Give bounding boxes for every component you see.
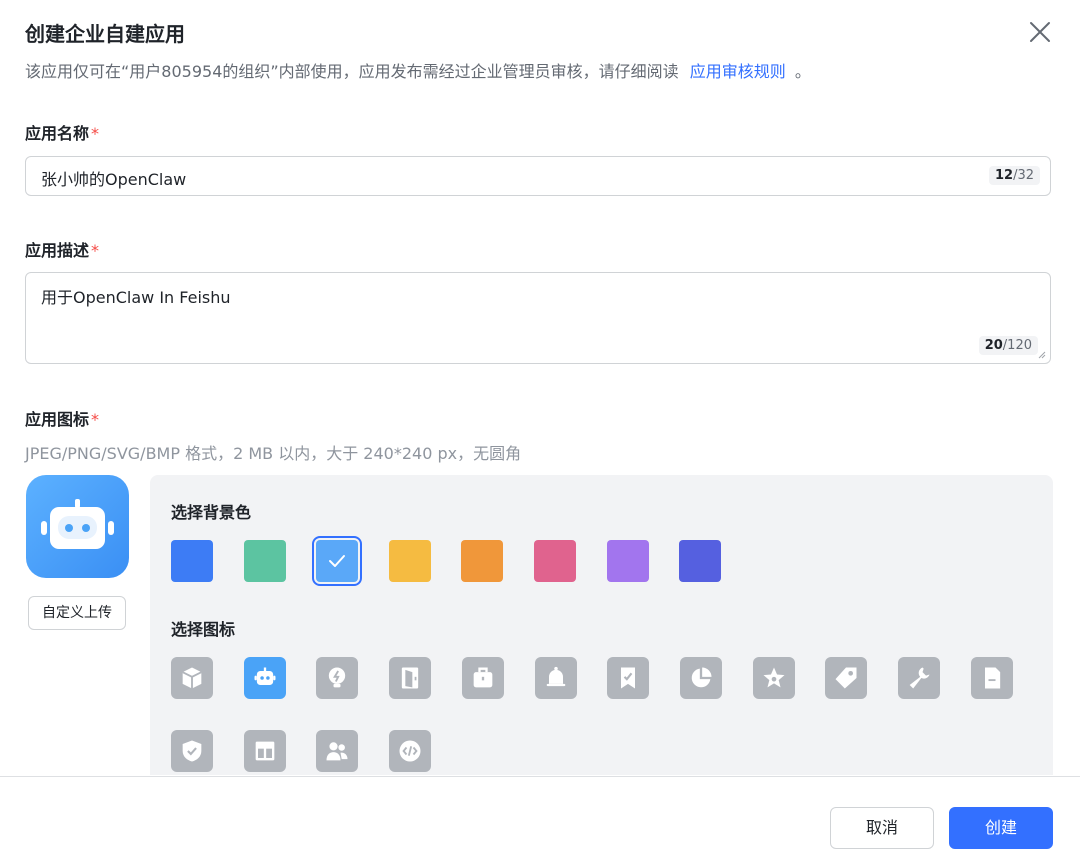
bg-color-swatch[interactable] — [606, 540, 649, 582]
required-mark: * — [91, 410, 100, 429]
icon-choice-document[interactable] — [970, 657, 1013, 699]
icon-label-text: 应用图标 — [25, 410, 90, 429]
icon-choice-layout[interactable] — [243, 730, 286, 772]
icon-choice-code[interactable] — [389, 730, 432, 772]
icon-choice-briefcase[interactable] — [461, 657, 504, 699]
bg-color-swatch[interactable] — [312, 536, 363, 586]
app-description-value[interactable]: 用于OpenClaw In Feishu — [41, 284, 231, 308]
bg-color-swatch[interactable] — [388, 540, 431, 582]
icon-choice-users[interactable] — [316, 730, 359, 772]
icon-choice-bell[interactable] — [534, 657, 577, 699]
icon-choice-star[interactable] — [752, 657, 795, 699]
resize-handle-icon[interactable] — [1038, 351, 1046, 359]
app-name-input[interactable]: 张小帅的OpenClaw 12/32 — [25, 156, 1051, 196]
footer-divider — [0, 776, 1080, 777]
create-button[interactable]: 创建 — [949, 807, 1053, 849]
bell-icon — [546, 666, 565, 687]
app-description-textarea[interactable]: 用于OpenClaw In Feishu 20/120 — [25, 272, 1051, 364]
bg-color-swatch[interactable] — [534, 540, 576, 582]
bulb-icon — [329, 667, 346, 688]
shield-icon — [182, 740, 202, 762]
required-mark: * — [91, 241, 100, 260]
robot-icon — [41, 499, 114, 549]
icon-choice-bookmark[interactable] — [607, 657, 650, 699]
review-rules-link[interactable]: 应用审核规则 — [690, 62, 786, 81]
icon-choice-tag[interactable] — [825, 657, 868, 699]
cube-icon — [182, 667, 202, 689]
bg-color-swatch[interactable] — [461, 540, 504, 582]
name-label-text: 应用名称 — [25, 124, 90, 143]
custom-upload-button[interactable]: 自定义上传 — [28, 596, 126, 630]
name-count: 12 — [994, 168, 1014, 183]
dialog-title: 创建企业自建应用 — [25, 22, 185, 46]
dialog-subtitle: 该应用仅可在“用户805954的组织”内部使用，应用发布需经过企业管理员审核，请… — [25, 58, 811, 82]
bg-color-swatch[interactable] — [171, 540, 213, 582]
wrench-icon — [909, 667, 930, 689]
icon-choice-robot[interactable] — [243, 657, 286, 699]
desc-max: /120 — [1002, 338, 1032, 353]
desc-label-text: 应用描述 — [25, 241, 90, 260]
close-icon[interactable] — [1028, 20, 1052, 44]
bg-color-swatch[interactable] — [679, 540, 722, 582]
code-icon — [399, 740, 421, 762]
layout-icon — [255, 741, 275, 761]
icon-label: 应用图标 * — [25, 406, 99, 430]
subtitle-text: 该应用仅可在“用户805954的组织”内部使用，应用发布需经过企业管理员审核，请… — [25, 62, 679, 81]
star-icon — [763, 667, 785, 688]
name-label: 应用名称 * — [25, 120, 99, 144]
required-mark: * — [91, 124, 100, 143]
desc-count: 20 — [984, 338, 1003, 353]
desc-char-counter: 20/120 — [978, 336, 1038, 355]
bg-color-swatch[interactable] — [243, 540, 286, 582]
icon-choice-door[interactable] — [389, 657, 432, 699]
cancel-button[interactable]: 取消 — [830, 807, 934, 849]
desc-label: 应用描述 * — [25, 237, 99, 261]
subtitle-end: 。 — [794, 62, 811, 81]
icon-choice-wrench[interactable] — [898, 657, 940, 699]
bg-color-label: 选择背景色 — [171, 503, 252, 522]
icon-choice-shield[interactable] — [171, 730, 213, 772]
name-char-counter: 12/32 — [988, 166, 1040, 185]
bookmark-icon — [621, 667, 636, 689]
check-icon — [329, 555, 346, 567]
briefcase-icon — [473, 667, 493, 688]
name-max: /32 — [1013, 168, 1034, 183]
icon-picker-panel: 选择背景色 选择图标 — [150, 475, 1053, 775]
tag-icon — [835, 667, 857, 689]
icon-format-hint: JPEG/PNG/SVG/BMP 格式，2 MB 以内，大于 240*240 p… — [25, 444, 522, 463]
door-icon — [401, 667, 419, 689]
document-icon — [984, 667, 1000, 689]
pie-chart-icon — [691, 667, 712, 688]
icon-choice-bulb[interactable] — [316, 657, 359, 699]
app-name-value[interactable]: 张小帅的OpenClaw — [41, 166, 186, 190]
icon-choice-cube[interactable] — [171, 657, 213, 699]
users-icon — [326, 742, 348, 761]
app-icon-preview — [26, 475, 129, 578]
icon-choice-label: 选择图标 — [171, 620, 236, 639]
robot-icon — [254, 667, 276, 685]
icon-choice-pie-chart[interactable] — [679, 657, 722, 699]
